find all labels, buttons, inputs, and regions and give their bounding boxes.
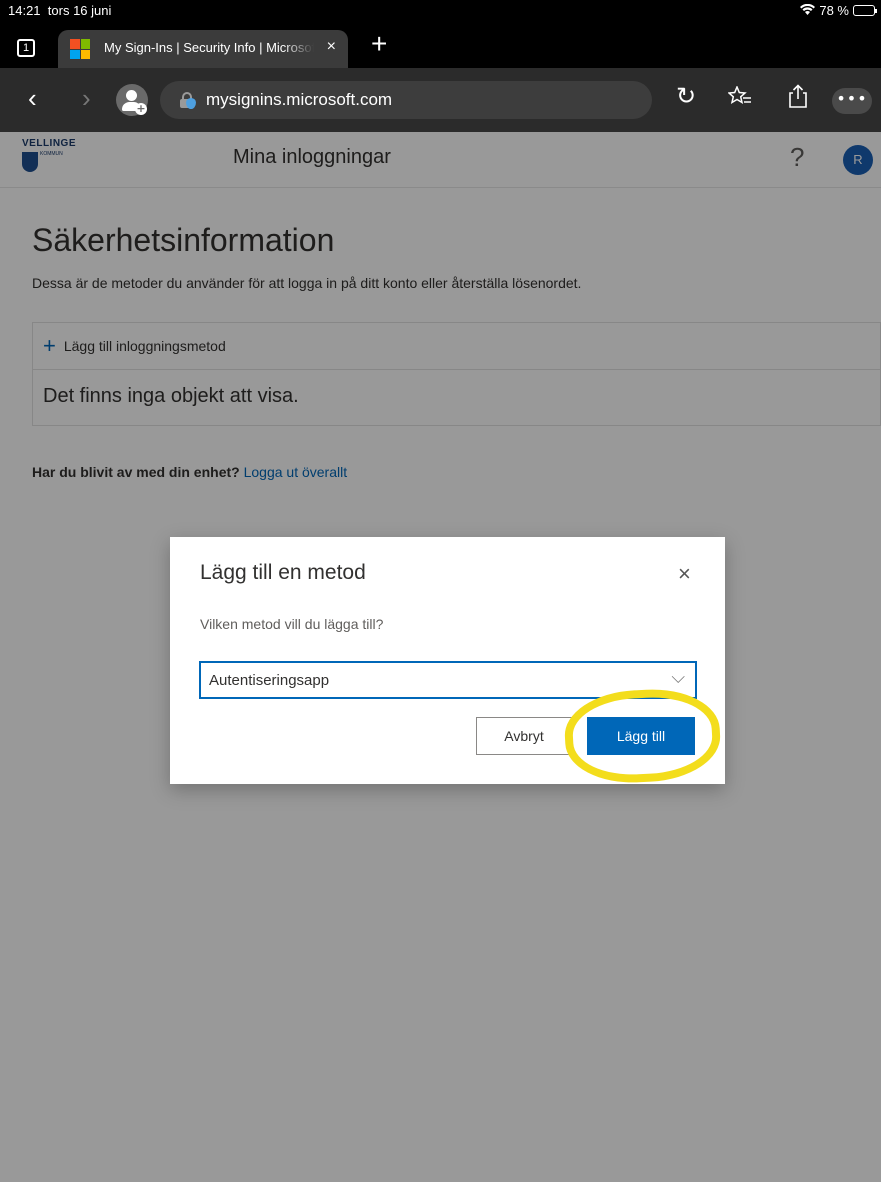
battery-percent: 78 %	[819, 3, 849, 18]
wifi-icon	[800, 3, 816, 18]
more-icon[interactable]: •••	[832, 88, 872, 114]
chevron-down-icon: ⌵	[671, 667, 685, 687]
favorites-icon[interactable]	[727, 85, 752, 114]
tab-strip: 1 My Sign-Ins | Security Info | Microsof…	[0, 22, 881, 68]
method-select-value: Autentiseringsapp	[209, 672, 330, 689]
tab-count-button[interactable]: 1	[17, 39, 35, 57]
forward-icon[interactable]: ›	[82, 83, 91, 114]
back-icon[interactable]: ‹	[28, 83, 37, 114]
status-time: 14:21 tors 16 juni	[8, 3, 112, 18]
battery-icon	[853, 5, 877, 16]
profile-icon[interactable]: +	[116, 84, 148, 116]
browser-tab[interactable]: My Sign-Ins | Security Info | Microsoft …	[58, 30, 348, 68]
lock-icon	[180, 92, 196, 109]
cancel-button[interactable]: Avbryt	[476, 717, 572, 755]
dialog-question: Vilken metod vill du lägga till?	[200, 616, 384, 632]
reload-icon[interactable]: ↻	[676, 82, 696, 111]
close-icon[interactable]: ×	[678, 561, 691, 587]
tab-title: My Sign-Ins | Security Info | Microsoft	[104, 40, 314, 55]
address-bar[interactable]: mysignins.microsoft.com	[160, 81, 652, 119]
status-bar: 14:21 tors 16 juni 78 %	[0, 0, 881, 22]
microsoft-logo-icon	[70, 39, 90, 59]
tab-close-icon[interactable]: ×	[327, 38, 336, 56]
url-text: mysignins.microsoft.com	[206, 90, 393, 109]
dialog-title: Lägg till en metod	[200, 561, 366, 584]
status-right: 78 %	[800, 3, 877, 18]
navigation-bar: ‹ › + mysignins.microsoft.com ↻ •••	[0, 68, 881, 132]
share-icon[interactable]	[788, 84, 808, 114]
new-tab-button[interactable]: +	[371, 30, 387, 58]
